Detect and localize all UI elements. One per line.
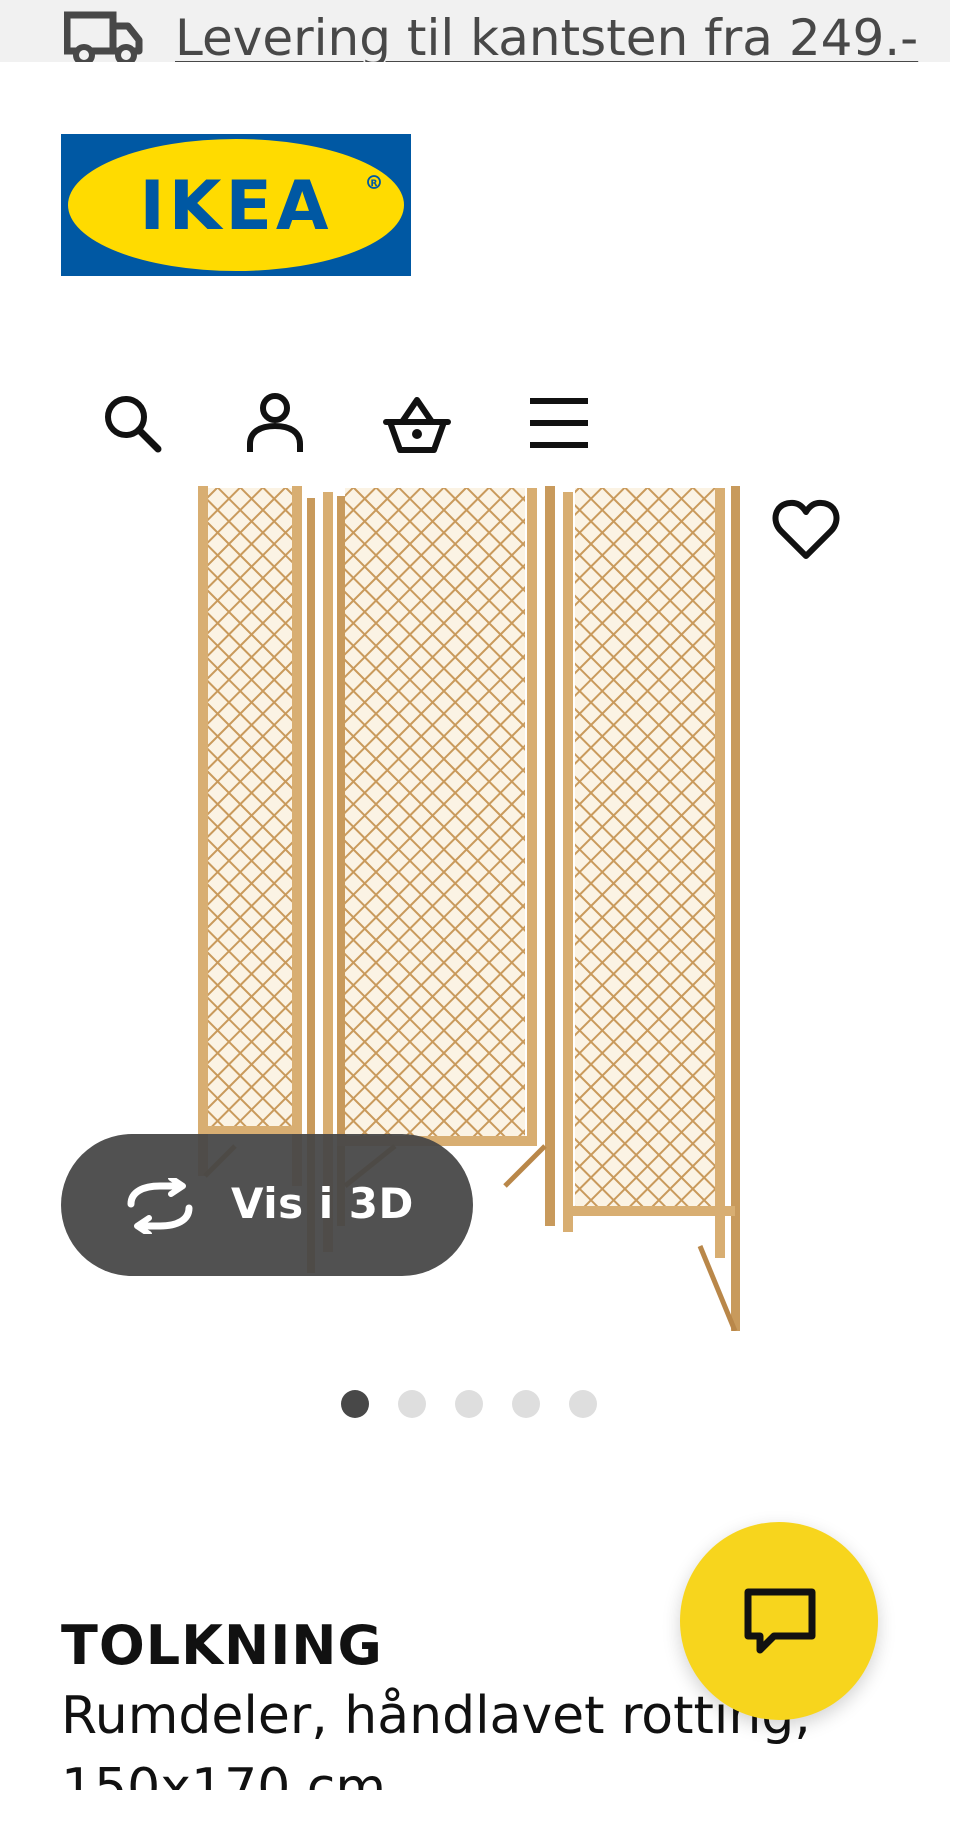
- delivery-banner[interactable]: Levering til kantsten fra 249.-: [0, 0, 950, 62]
- carousel-dot-1[interactable]: [341, 1390, 369, 1418]
- chat-icon: [744, 1588, 816, 1654]
- view-3d-button[interactable]: Vis i 3D: [61, 1134, 473, 1276]
- carousel-dot-4[interactable]: [512, 1390, 540, 1418]
- product-description: Rumdeler, håndlavet rotting, 150x170 cm: [61, 1686, 811, 1790]
- heart-icon[interactable]: [772, 498, 840, 562]
- view-3d-label: Vis i 3D: [231, 1179, 414, 1228]
- account-icon[interactable]: [240, 390, 310, 456]
- truck-icon: [64, 11, 143, 62]
- carousel-dot-2[interactable]: [398, 1390, 426, 1418]
- carousel-dot-3[interactable]: [455, 1390, 483, 1418]
- ikea-logo[interactable]: IKEA R: [61, 134, 411, 276]
- search-icon[interactable]: [98, 390, 168, 456]
- menu-icon[interactable]: [524, 390, 594, 456]
- logo-wordmark: IKEA: [139, 167, 332, 246]
- divider-panel-right: [563, 486, 740, 1331]
- svg-text:R: R: [371, 179, 378, 189]
- carousel-dot-5[interactable]: [569, 1390, 597, 1418]
- delivery-link[interactable]: Levering til kantsten fra 249.-: [175, 8, 918, 62]
- rotate-3d-icon: [127, 1178, 193, 1234]
- product-name: TOLKNING: [61, 1614, 383, 1677]
- basket-icon[interactable]: [382, 390, 452, 456]
- chat-button[interactable]: [680, 1522, 878, 1720]
